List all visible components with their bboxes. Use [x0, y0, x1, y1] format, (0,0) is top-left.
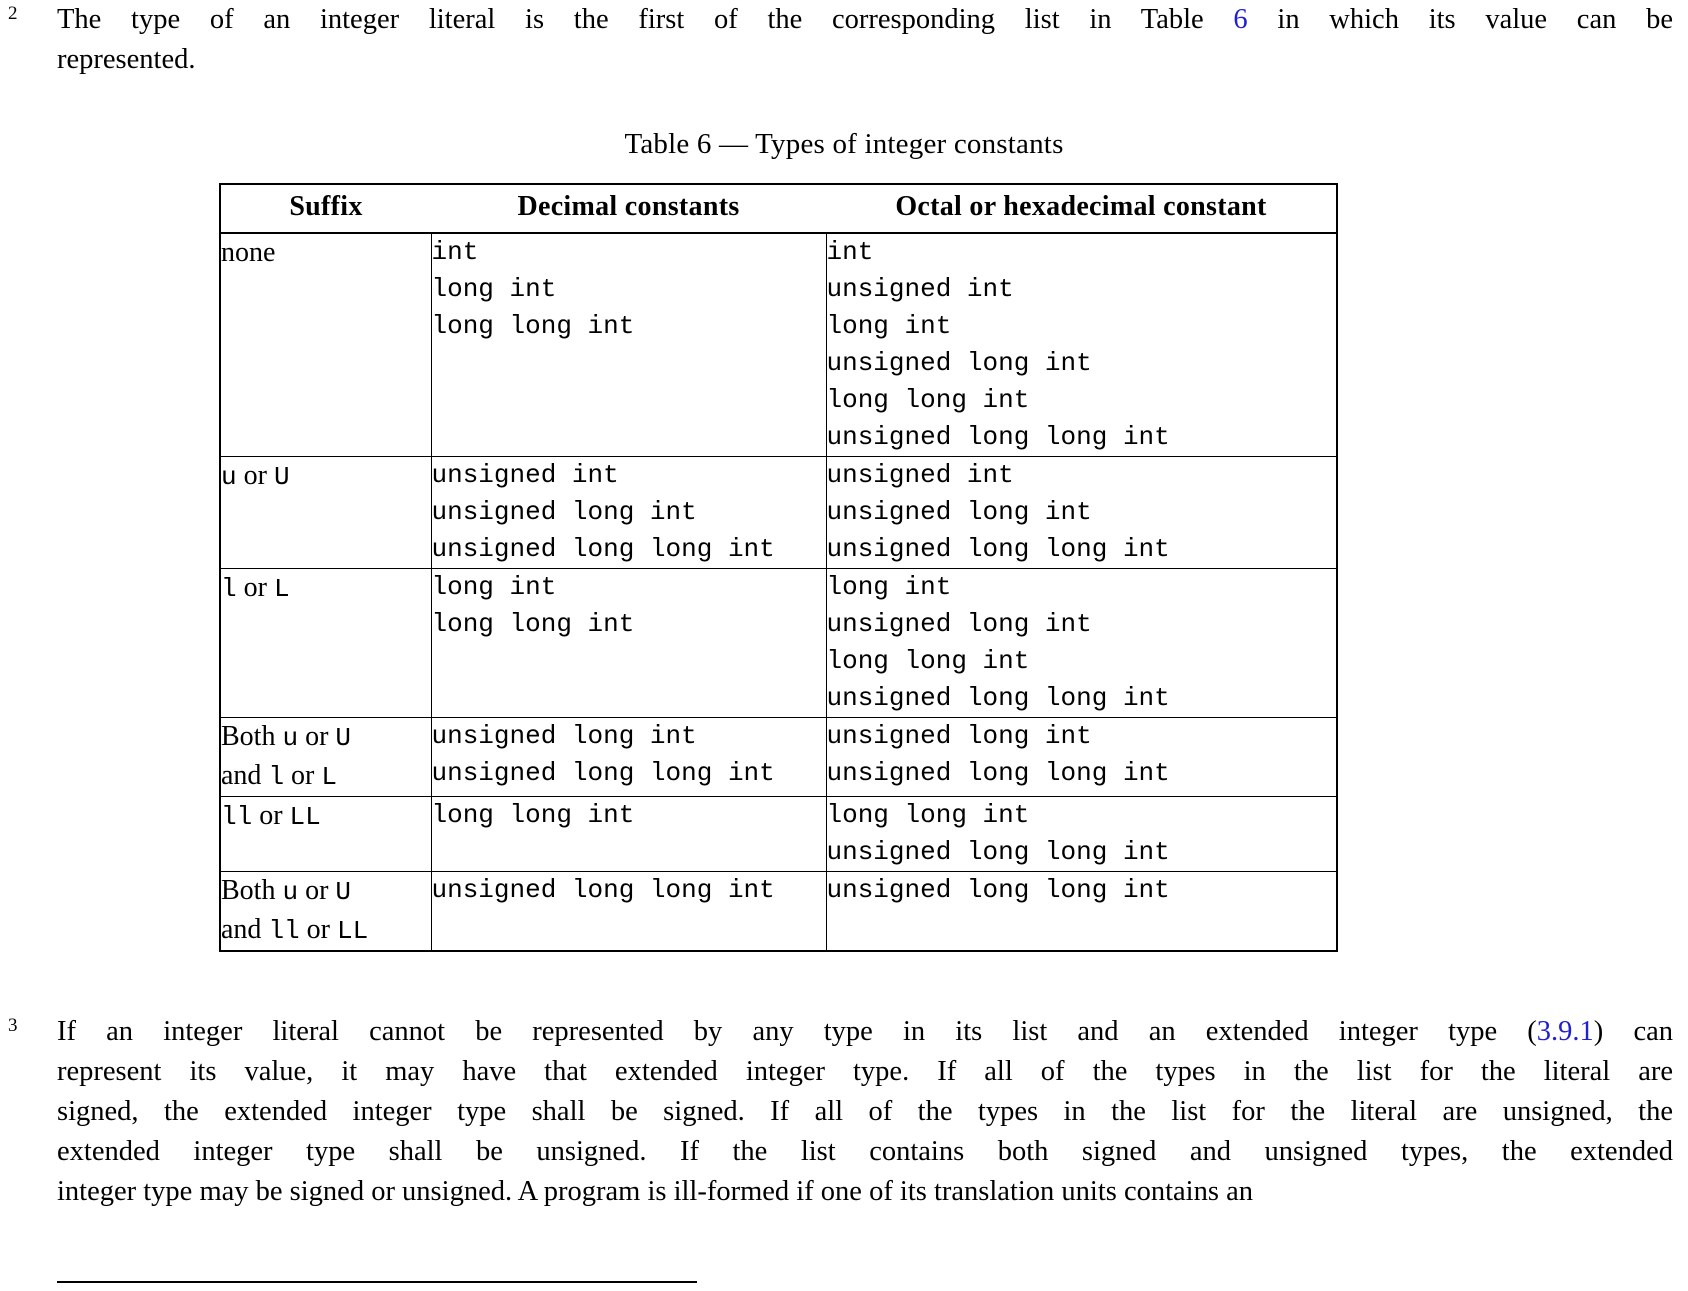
cell-decimal-constants: unsigned int unsigned long int unsigned …: [430, 456, 827, 569]
cell-decimal-constants: unsigned long int unsigned long long int: [430, 717, 827, 797]
cell-octal-or-hexadecimal-constant: long long int unsigned long long int: [825, 796, 1338, 872]
paragraph-3-line-2: represent its value, it may have that ex…: [57, 1056, 1673, 1087]
suffix-word: or: [236, 460, 274, 491]
suffix-code: u: [282, 723, 299, 753]
suffix-word: none: [221, 237, 276, 268]
paragraph-2-body: The type of an integer literal is the fi…: [57, 0, 1673, 80]
suffix-code: U: [335, 877, 352, 907]
cell-suffix: none: [219, 232, 432, 457]
column-header-octal-or-hexadecimal-constant: Octal or hexadecimal constant: [826, 183, 1338, 234]
types-of-integer-constants-table: Suffix Decimal constants Octal or hexade…: [219, 183, 1338, 952]
suffix-word: or: [236, 572, 274, 603]
table-caption: Table 6 — Types of integer constants: [624, 128, 1064, 160]
footnote-rule: [57, 1281, 697, 1283]
table-row: none int long int long long int int unsign…: [219, 232, 1338, 457]
paragraph-2-line-2: represented.: [57, 44, 196, 75]
paragraph-3-text-post: ) can: [1593, 1016, 1673, 1047]
suffix-code: ll: [268, 916, 300, 946]
column-header-decimal-constants: Decimal constants: [431, 183, 826, 234]
paragraph-3-line-1: If an integer literal cannot be represen…: [57, 1012, 1673, 1052]
suffix-code: u: [221, 462, 237, 492]
paragraph-number-3: 3: [8, 1015, 18, 1036]
cell-decimal-constants: long long int: [430, 796, 827, 872]
suffix-code: ll: [221, 802, 253, 832]
cell-octal-or-hexadecimal-constant: int unsigned int long int unsigned long …: [825, 232, 1338, 457]
paragraph-3-text-pre: If an integer literal cannot be represen…: [57, 1016, 1537, 1047]
paragraph-2-text-a: The type of an integer literal is the fi…: [57, 4, 1234, 35]
paragraph-3-line-4: extended integer type shall be unsigned.…: [57, 1136, 1673, 1167]
suffix-word: and: [221, 914, 269, 945]
paragraph-3-body: If an integer literal cannot be represen…: [57, 1012, 1673, 1212]
cell-octal-or-hexadecimal-constant: long int unsigned long int long long int…: [825, 568, 1338, 718]
cell-suffix: l or L: [219, 568, 432, 718]
suffix-code: U: [273, 462, 290, 492]
cell-suffix: Both u or Uand l or L: [219, 717, 432, 797]
suffix-word: Both: [221, 875, 283, 906]
cell-suffix: Both u or Uand ll or LL: [219, 871, 432, 952]
table-body: none int long int long long int int unsign…: [219, 232, 1338, 952]
paragraph-3-line-5: integer type may be signed or unsigned. …: [57, 1176, 1253, 1207]
suffix-word: or: [298, 721, 336, 752]
suffix-word: or: [298, 875, 336, 906]
table-row: Both u or Uand ll or LL unsigned long lon…: [219, 871, 1338, 952]
paragraph-3-line-3: signed, the extended integer type shall …: [57, 1096, 1673, 1127]
suffix-word: or: [299, 914, 337, 945]
suffix-word: or: [252, 800, 290, 831]
cell-decimal-constants: int long int long long int: [430, 232, 827, 457]
suffix-word: and: [221, 760, 269, 791]
cell-octal-or-hexadecimal-constant: unsigned long int unsigned long long int: [825, 717, 1338, 797]
suffix-code: u: [282, 877, 299, 907]
document-page: 2 The type of an integer literal is the …: [0, 0, 1688, 1291]
table-row: u or Uunsigned int unsigned long int uns…: [219, 456, 1338, 569]
column-header-suffix: Suffix: [219, 183, 431, 234]
suffix-code: l: [221, 574, 237, 604]
paragraph-number-2: 2: [8, 3, 18, 24]
section-3-9-1-xref-link[interactable]: 3.9.1: [1537, 1016, 1594, 1047]
paragraph-2-line-1: The type of an integer literal is the fi…: [57, 0, 1673, 40]
table-row: ll or LL long long int long long int unsig…: [219, 796, 1338, 872]
suffix-code: LL: [336, 916, 369, 946]
suffix-code: L: [321, 762, 337, 792]
cell-octal-or-hexadecimal-constant: unsigned int unsigned long int unsigned …: [825, 456, 1338, 569]
table-6-xref-link[interactable]: 6: [1233, 4, 1247, 35]
table-header-row: Suffix Decimal constants Octal or hexade…: [219, 183, 1338, 234]
suffix-word: Both: [221, 721, 283, 752]
cell-suffix: u or U: [219, 456, 432, 569]
cell-suffix: ll or LL: [219, 796, 432, 872]
paragraph-2: 2 The type of an integer literal is the …: [0, 0, 1688, 80]
cell-decimal-constants: long int long long int: [430, 568, 827, 718]
cell-decimal-constants: unsigned long long int: [430, 871, 827, 952]
table-header: Suffix Decimal constants Octal or hexade…: [219, 183, 1338, 234]
paragraph-3: 3 If an integer literal cannot be repres…: [0, 1012, 1688, 1212]
suffix-code: LL: [289, 802, 321, 832]
suffix-word: or: [284, 760, 322, 791]
table-row: l or Llong int long long int long int uns…: [219, 568, 1338, 718]
paragraph-2-text-b: in which its value can be: [1247, 4, 1673, 35]
suffix-code: U: [335, 723, 352, 753]
suffix-code: L: [273, 574, 290, 604]
cell-octal-or-hexadecimal-constant: unsigned long long int: [825, 871, 1338, 952]
table-container: Suffix Decimal constants Octal or hexade…: [0, 183, 1688, 952]
table-row: Both u or Uand l or Lunsigned long int u…: [219, 717, 1338, 797]
suffix-code: l: [268, 762, 285, 792]
